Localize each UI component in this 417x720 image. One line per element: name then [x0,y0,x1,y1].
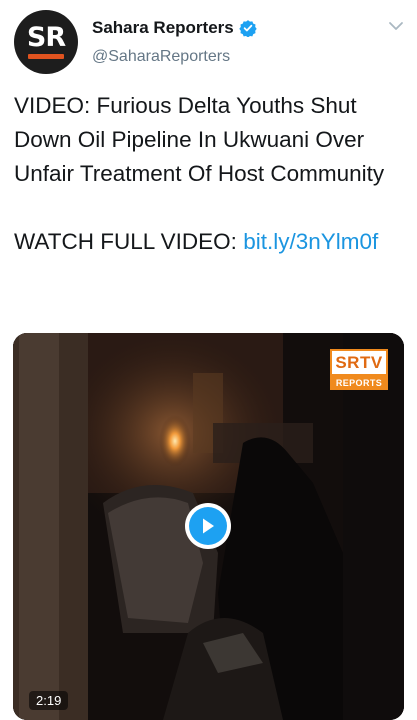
chevron-down-icon[interactable] [388,20,404,32]
tweet-text: VIDEO: Furious Delta Youths Shut Down Oi… [14,89,410,259]
video-duration: 2:19 [29,691,69,710]
play-button[interactable] [185,503,231,549]
avatar-logo-bar [28,54,64,59]
tweet-headline: VIDEO: Furious Delta Youths Shut Down Oi… [14,93,385,186]
badge-title: SRTV [330,349,388,376]
badge-subtitle: REPORTS [330,376,388,390]
tweet-card: SR Sahara Reporters @SaharaReporters VID… [0,0,417,720]
srtv-badge: SRTV REPORTS [330,349,388,390]
display-name[interactable]: Sahara Reporters [92,18,234,38]
play-icon [203,518,214,534]
avatar-logo-text: SR [26,22,66,53]
watch-line: WATCH FULL VIDEO: bit.ly/​3nYlm0f [14,225,410,259]
play-button-circle [189,507,227,545]
display-name-row[interactable]: Sahara Reporters [92,18,257,38]
video-player[interactable]: SRTV REPORTS 2:19 [13,333,404,720]
verified-badge-icon [239,20,257,37]
avatar[interactable]: SR [14,10,78,74]
video-link[interactable]: bit.ly/​3nYlm0f [243,229,378,254]
watch-prefix: WATCH FULL VIDEO: [14,229,244,254]
user-handle[interactable]: @SaharaReporters [92,48,230,66]
